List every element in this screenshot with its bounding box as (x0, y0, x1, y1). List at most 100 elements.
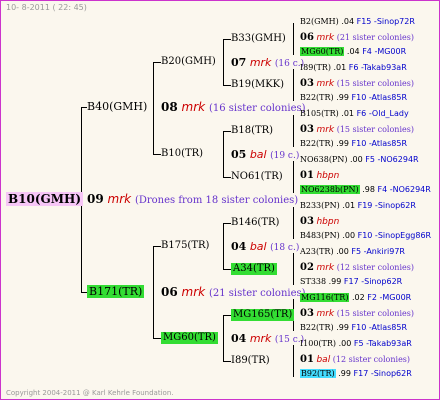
queen-info: 07 mrk (16 c.) (231, 57, 304, 69)
lineage-code[interactable]: F17 -Sinop62R (354, 369, 412, 378)
ancestor-row: ST338 .99 F17 -Sinop62R (300, 278, 402, 286)
queen-name[interactable]: B92(TR) (300, 369, 336, 378)
queen-name[interactable]: B105(TR) (300, 109, 339, 118)
lineage-code[interactable]: F5 -NO6294R (365, 155, 418, 164)
queen-name[interactable]: B40(GMH) (87, 101, 147, 112)
root-queen-name[interactable]: B10(GMH) (6, 192, 84, 206)
queen-name[interactable]: A23(TR) (300, 247, 334, 256)
generation-number: 01 (300, 354, 314, 365)
lineage-code[interactable]: F10 -SinopEgg86R (358, 231, 432, 240)
breed-mark: hbpn (316, 171, 340, 181)
connector (293, 207, 294, 239)
breed-mark: bal (316, 355, 331, 365)
queen-name[interactable]: NO61(TR) (231, 172, 283, 182)
breed-mark: mrk (181, 285, 206, 299)
queen-name[interactable]: MG116(TR) (300, 293, 350, 302)
lineage-code[interactable]: F10 -Atlas85R (352, 93, 408, 102)
breed-mark: mrk (316, 309, 335, 319)
connector (293, 253, 294, 285)
connector (223, 361, 231, 362)
queen-name[interactable]: B22(TR) (300, 93, 334, 102)
queen-name[interactable]: B171(TR) (87, 285, 145, 298)
queen-name[interactable]: B22(TR) (300, 139, 334, 148)
lineage-code[interactable]: F4 -MG00R (362, 47, 406, 56)
queen-name[interactable]: A34(TR) (231, 263, 277, 275)
lineage-code[interactable]: F5 -Ankiri97R (351, 247, 405, 256)
generation-number: 08 (161, 100, 178, 114)
inbreeding-value: .01 (333, 63, 347, 72)
breed-mark: mrk (249, 56, 272, 69)
connector (153, 62, 161, 63)
lineage-code[interactable]: F17 -Sinop62R (344, 277, 402, 286)
queen-name[interactable]: B19(MKK) (231, 80, 284, 90)
connector (223, 39, 231, 40)
breed-mark: mrk (316, 125, 335, 135)
lineage-code[interactable]: F5 -Takab93aR (354, 339, 412, 348)
breed-mark: mrk (181, 100, 206, 114)
sister-colony-row: 06 mrk (21 sister colonies) (300, 33, 414, 43)
inbreeding-value: .01 (342, 201, 356, 210)
sister-colony-row: 01 hbpn (300, 171, 339, 181)
connector (223, 177, 231, 178)
lineage-code[interactable]: F15 -Sinop72R (357, 17, 415, 26)
ancestor-row: I89(TR) .01 F6 -Takab93aR (300, 64, 407, 72)
sister-colony-row: 03 mrk (15 sister colonies) (300, 125, 414, 135)
generation-number: 03 (300, 124, 314, 135)
drone-note: (15 sister colonies) (336, 309, 414, 318)
generation-number: 04 (231, 240, 247, 253)
queen-name[interactable]: MG60(TR) (161, 332, 218, 344)
queen-name[interactable]: I100(TR) (300, 339, 336, 348)
connector (153, 338, 161, 339)
inbreeding-value: .99 (336, 139, 349, 148)
generation-number: 03 (300, 216, 314, 227)
lineage-code[interactable]: F10 -Atlas85R (352, 139, 408, 148)
pedigree-chart: 10- 8-2011 ( 22: 45) B10(GMH) 09 mrk (Dr… (0, 0, 440, 400)
connector (223, 269, 231, 270)
queen-info: 06 mrk (21 sister colonies) (161, 286, 306, 299)
queen-name[interactable]: B146(TR) (231, 218, 279, 228)
connector (293, 69, 294, 101)
queen-name[interactable]: B20(GMH) (161, 57, 216, 67)
queen-name[interactable]: MG165(TR) (231, 309, 295, 321)
inbreeding-value: .98 (362, 185, 375, 194)
queen-name[interactable]: B22(TR) (300, 323, 334, 332)
connector (223, 223, 231, 224)
connector (223, 315, 224, 361)
lineage-code[interactable]: F6 -Old_Lady (357, 109, 409, 118)
connector (293, 23, 294, 55)
queen-name[interactable]: MG60(TR) (300, 47, 345, 56)
lineage-code[interactable]: F2 -MG00R (367, 293, 411, 302)
lineage-code[interactable]: F6 -Takab93aR (349, 63, 407, 72)
connector (293, 345, 294, 377)
queen-name[interactable]: B2(GMH) (300, 17, 339, 26)
queen-name[interactable]: B33(GMH) (231, 34, 286, 44)
lineage-code[interactable]: F4 -NO6294R (378, 185, 431, 194)
drone-note: (21 sister colonies) (208, 288, 306, 299)
breed-mark: mrk (107, 192, 132, 206)
queen-name[interactable]: I89(TR) (231, 356, 270, 366)
drone-note: (19 c.) (270, 151, 300, 161)
sister-colony-row: 03 mrk (15 sister colonies) (300, 79, 414, 89)
connector (223, 223, 224, 269)
drone-note: (12 sister colonies) (336, 263, 414, 272)
queen-name[interactable]: NO638(PN) (300, 155, 347, 164)
queen-name[interactable]: NO6238b(PN) (300, 185, 360, 194)
queen-name[interactable]: B175(TR) (161, 241, 209, 251)
queen-name[interactable]: I89(TR) (300, 63, 331, 72)
lineage-code[interactable]: F19 -Sinop62R (358, 201, 416, 210)
queen-name[interactable]: B233(PN) (300, 201, 340, 210)
breed-mark: hbpn (316, 217, 340, 227)
lineage-code[interactable]: F10 -Atlas85R (352, 323, 408, 332)
ancestor-row: B22(TR) .99 F10 -Atlas85R (300, 140, 407, 148)
generation-number: 03 (300, 78, 314, 89)
inbreeding-value: .04 (341, 17, 355, 26)
sister-colony-row: 02 mrk (12 sister colonies) (300, 263, 414, 273)
inbreeding-value: .99 (336, 93, 349, 102)
root-info: 09 mrk (Drones from 18 sister colonies) (87, 193, 298, 206)
queen-name[interactable]: B483(PN) (300, 231, 340, 240)
queen-info: 08 mrk (16 sister colonies) (161, 101, 306, 114)
queen-name[interactable]: B18(TR) (231, 126, 273, 136)
queen-name[interactable]: B10(TR) (161, 149, 203, 159)
connector (223, 131, 231, 132)
queen-name[interactable]: ST338 (300, 277, 326, 286)
